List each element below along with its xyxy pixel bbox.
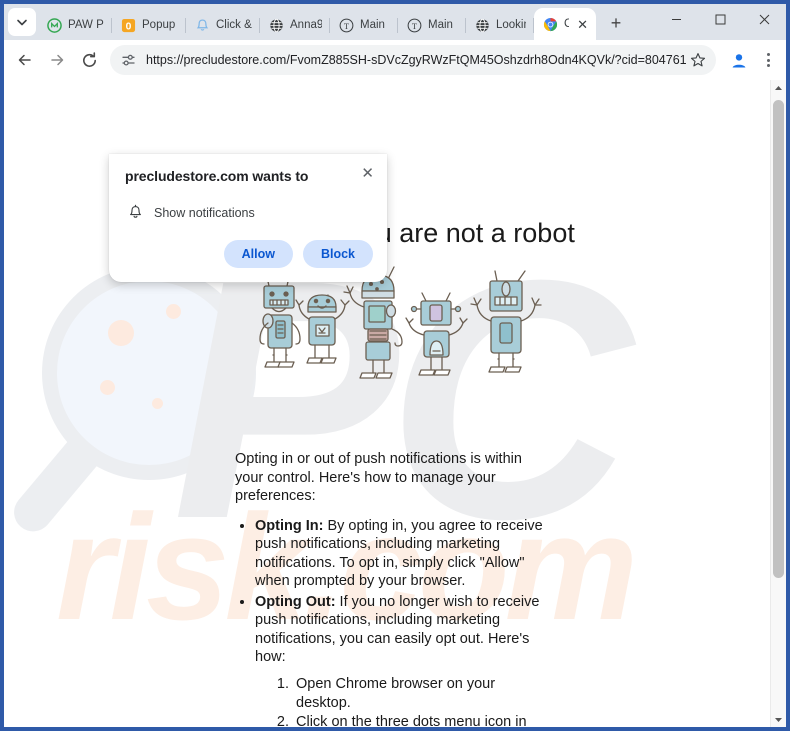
permission-text: Show notifications xyxy=(154,205,255,220)
blue-bell-icon xyxy=(196,18,209,31)
tab-click[interactable]: Click & xyxy=(186,10,260,40)
new-tab-button[interactable]: + xyxy=(602,9,630,37)
svg-text:0: 0 xyxy=(126,21,132,32)
globe-icon xyxy=(270,18,283,32)
orange-square-icon: 0 xyxy=(121,18,136,32)
svg-text:T: T xyxy=(344,20,349,30)
maximize-icon xyxy=(715,14,725,24)
green-circle-icon xyxy=(47,17,62,33)
bullet-term: Opting Out: xyxy=(255,593,336,610)
scroll-down-button[interactable] xyxy=(771,711,786,727)
reload-icon xyxy=(82,51,96,67)
tab-lookin[interactable]: Lookin xyxy=(466,10,534,40)
bullet-list: Opting In: By opting in, you agree to re… xyxy=(255,517,547,667)
close-button[interactable] xyxy=(742,4,786,34)
globe-icon xyxy=(476,18,489,32)
minimize-icon xyxy=(671,18,681,20)
block-button[interactable]: Block xyxy=(302,240,373,268)
bookmark-star-button[interactable] xyxy=(686,48,710,72)
tab-label: PAW P xyxy=(68,19,104,31)
bell-icon xyxy=(130,204,141,218)
page-scrollbar[interactable] xyxy=(770,80,786,727)
list-item: Click on the three dots menu icon in the… xyxy=(293,713,547,727)
t-circle-icon: T xyxy=(339,18,354,32)
robot-3 xyxy=(343,266,403,379)
numbered-step-list: Open Chrome browser on your desktop. Cli… xyxy=(293,675,547,727)
lead-paragraph: Opting in or out of push notifications i… xyxy=(235,451,522,505)
tab-cl-active[interactable]: Cl ✕ xyxy=(534,8,596,40)
permission-row: Show notifications xyxy=(125,204,371,221)
tab-label: Main xyxy=(428,19,453,31)
robot-4 xyxy=(405,292,468,376)
list-item: Open Chrome browser on your desktop. xyxy=(293,675,547,712)
tab-label: Click & xyxy=(216,19,252,31)
tab-main-2[interactable]: T Main xyxy=(398,10,466,40)
avatar-icon xyxy=(729,50,749,70)
site-settings-icon xyxy=(122,54,135,66)
tab-label: Lookin xyxy=(496,19,526,31)
tab-strip: PAW P 0 Popup Click & Anna9 T Main T Mai… xyxy=(4,4,786,40)
scroll-up-button[interactable] xyxy=(771,80,786,96)
bullet-term: Opting In: xyxy=(255,517,324,534)
reload-button[interactable] xyxy=(74,45,104,75)
arrow-right-icon xyxy=(51,54,64,66)
star-icon xyxy=(690,53,706,67)
svg-text:T: T xyxy=(412,20,417,30)
window-controls xyxy=(654,4,786,40)
tab-label: Cl xyxy=(564,18,570,30)
scrollbar-thumb[interactable] xyxy=(773,100,784,578)
robot-1 xyxy=(259,276,301,368)
browser-toolbar: https://precludestore.com/FvomZ885SH-sDV… xyxy=(4,40,786,80)
permission-dialog-close-button[interactable]: ✕ xyxy=(361,166,374,181)
three-dots-icon xyxy=(766,64,770,67)
list-item: Opting In: By opting in, you agree to re… xyxy=(255,517,547,591)
browser-menu-button[interactable] xyxy=(756,53,780,67)
tab-popup[interactable]: 0 Popup xyxy=(112,10,186,40)
notification-permission-dialog: precludestore.com wants to ✕ Show notifi… xyxy=(109,154,387,282)
article-body: Opting in or out of push notifications i… xyxy=(235,450,547,727)
caret-up-icon xyxy=(775,85,782,90)
permission-dialog-actions: Allow Block xyxy=(223,240,373,268)
browser-window: PAW P 0 Popup Click & Anna9 T Main T Mai… xyxy=(0,0,790,731)
chrome-icon xyxy=(543,17,558,31)
three-dots-icon xyxy=(766,58,770,62)
three-dots-icon xyxy=(766,53,770,56)
permission-dialog-title: precludestore.com wants to xyxy=(125,168,309,184)
tab-main-1[interactable]: T Main xyxy=(330,10,398,40)
close-icon xyxy=(759,14,769,24)
back-button[interactable] xyxy=(10,45,40,75)
chevron-down-icon xyxy=(17,19,27,26)
forward-button[interactable] xyxy=(42,45,72,75)
tab-anna9[interactable]: Anna9 xyxy=(260,10,330,40)
list-item: Opting Out: If you no longer wish to rec… xyxy=(255,593,547,667)
url-text: https://precludestore.com/FvomZ885SH-sDV… xyxy=(146,53,686,67)
page-viewport: PC risk.com Verify you are not a robot O… xyxy=(4,80,786,727)
t-circle-icon: T xyxy=(407,18,422,32)
tab-close-button[interactable]: ✕ xyxy=(577,18,588,31)
robot-2 xyxy=(295,294,350,364)
tab-label: Popup xyxy=(142,19,176,31)
tab-label: Anna9 xyxy=(290,19,322,31)
robot-5 xyxy=(470,270,542,373)
arrow-left-icon xyxy=(18,54,31,66)
minimize-button[interactable] xyxy=(654,4,698,34)
allow-button[interactable]: Allow xyxy=(223,240,293,268)
maximize-button[interactable] xyxy=(698,4,742,34)
caret-down-icon xyxy=(775,717,782,722)
tab-list: PAW P 0 Popup Click & Anna9 T Main T Mai… xyxy=(38,4,654,40)
tab-paw-p[interactable]: PAW P xyxy=(38,10,112,40)
tune-icon[interactable] xyxy=(120,52,137,69)
address-bar[interactable]: https://precludestore.com/FvomZ885SH-sDV… xyxy=(110,45,716,75)
tab-label: Main xyxy=(360,19,385,31)
tab-search-button[interactable] xyxy=(8,8,36,36)
profile-avatar-button[interactable] xyxy=(726,47,752,73)
